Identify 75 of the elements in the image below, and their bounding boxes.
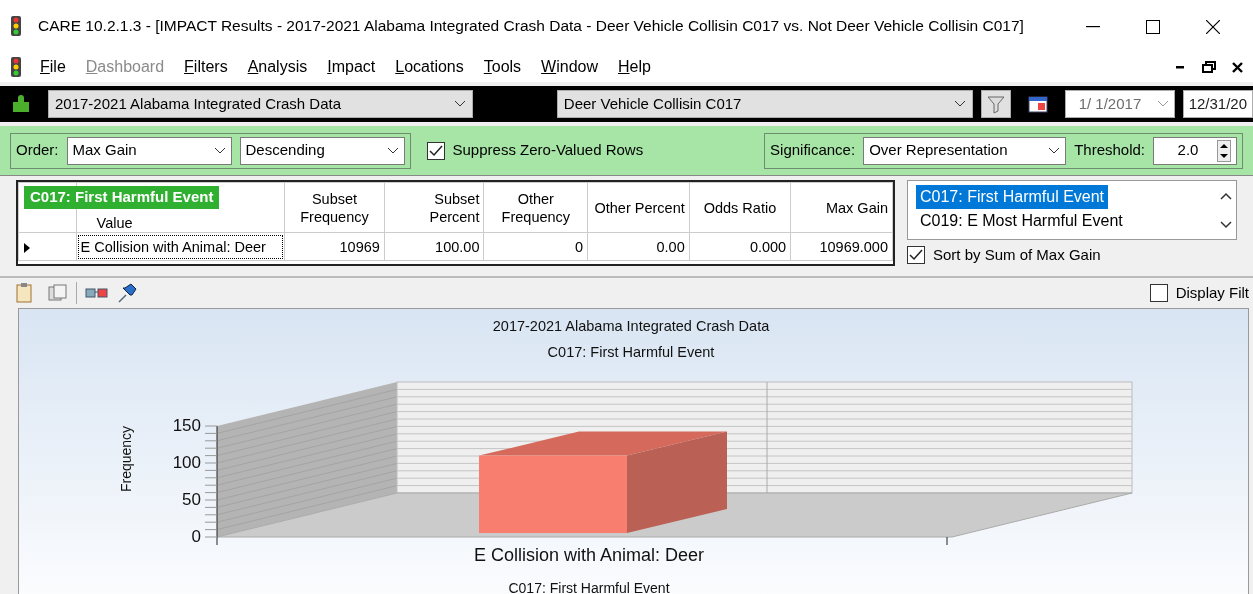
chevron-down-icon xyxy=(1048,146,1061,155)
significance-dropdown[interactable]: Over Representation xyxy=(863,136,1067,165)
threshold-spinner[interactable]: 2.0 xyxy=(1153,136,1237,165)
table-cell: E Collision with Animal: Deer xyxy=(76,232,285,261)
y-axis-title: Frequency xyxy=(118,425,134,493)
table-cell: 10969.000 xyxy=(790,232,893,261)
table-cell: 0.000 xyxy=(689,232,791,261)
x-axis-title: C017: First Harmful Event xyxy=(508,580,670,594)
column-header: Subset Percent xyxy=(384,182,484,233)
checkbox-icon[interactable] xyxy=(907,246,925,265)
glasses-icon[interactable] xyxy=(85,285,109,301)
column-header: Subset Frequency xyxy=(284,182,385,233)
chevron-down-icon xyxy=(386,146,399,155)
x-axis-label: E Collision with Animal: Deer xyxy=(473,545,705,565)
direction-dropdown[interactable]: Descending xyxy=(239,136,405,165)
group-label: C017: First Harmful Event xyxy=(24,186,220,209)
chevron-down-icon xyxy=(953,100,966,108)
funnel-button[interactable] xyxy=(980,90,1011,118)
menu-item[interactable]: Impact xyxy=(317,55,386,79)
order-dropdown[interactable]: Max Gain xyxy=(66,136,232,165)
scroll-down-icon[interactable] xyxy=(1220,220,1232,229)
variable-item[interactable]: C017: First Harmful Event xyxy=(916,185,1109,209)
start-date-field[interactable]: 1/ 1/2017 xyxy=(1064,90,1175,118)
variable-item[interactable]: C019: E Most Harmful Event xyxy=(916,209,1127,233)
minimize-icon xyxy=(1086,25,1100,28)
menu-item[interactable]: Window xyxy=(531,55,609,79)
database-dropdown[interactable]: 2017-2021 Alabama Integrated Crash Data xyxy=(48,90,473,118)
menu-item[interactable]: Analysis xyxy=(237,55,318,79)
chevron-down-icon xyxy=(1156,100,1169,108)
menu-item[interactable]: Locations xyxy=(385,55,474,79)
traffic-light-icon xyxy=(10,16,22,36)
y-axis-label: 0 xyxy=(190,527,201,547)
column-header: Max Gain xyxy=(790,182,893,233)
y-axis-label: 150 xyxy=(171,416,201,436)
threshold-label: Threshold: xyxy=(1074,140,1145,161)
copy-icon[interactable] xyxy=(48,284,68,302)
filter-dropdown[interactable]: Deer Vehicle Collisin C017 xyxy=(556,90,973,118)
scroll-up-icon[interactable] xyxy=(1220,191,1232,200)
significance-label: Significance: xyxy=(770,140,856,161)
funnel-icon xyxy=(985,94,1006,114)
order-label: Order: xyxy=(16,140,59,161)
calendar-icon[interactable] xyxy=(1026,94,1049,114)
menu-item[interactable]: Tools xyxy=(473,55,532,79)
chart-title: 2017-2021 Alabama Integrated Crash Data xyxy=(492,318,770,334)
end-date-field[interactable]: 12/31/20 xyxy=(1182,90,1253,118)
pin-icon[interactable] xyxy=(117,282,137,304)
clipboard-icon[interactable] xyxy=(16,283,32,303)
window-title: CARE 10.2.1.3 - [IMPACT Results - 2017-2021 Alabama Integrated Crash Data - Deer Vehicle Collisin C017 vs. Not Deer Vehicle Collisin C017] xyxy=(38,16,1025,37)
maximize-icon xyxy=(1146,19,1160,34)
y-axis-label: 100 xyxy=(171,453,201,473)
menu-item[interactable]: Help xyxy=(608,55,661,79)
chevron-down-icon xyxy=(453,100,466,108)
checkbox-icon[interactable] xyxy=(1149,284,1168,302)
traffic-light-icon xyxy=(10,57,22,77)
sort-checkbox[interactable]: Sort by Sum of Max Gain xyxy=(907,244,1237,267)
table-cell: 0.00 xyxy=(587,232,690,261)
column-header: Odds Ratio xyxy=(689,182,791,233)
menu-item[interactable]: File xyxy=(30,55,76,79)
chevron-down-icon xyxy=(213,146,226,155)
minimize-icon[interactable] xyxy=(1176,65,1186,69)
menu-item[interactable]: Filters xyxy=(174,55,238,79)
suppress-checkbox[interactable]: Suppress Zero-Valued Rows xyxy=(426,139,765,162)
spinner-arrows-icon xyxy=(1217,139,1231,162)
table-cell: 10969 xyxy=(284,232,385,261)
table-cell: 0 xyxy=(483,232,588,261)
column-header: Other Frequency xyxy=(483,182,588,233)
close-icon xyxy=(1206,19,1220,34)
column-header: Other Percent xyxy=(587,182,690,233)
close-icon[interactable] xyxy=(1232,61,1243,73)
restore-icon[interactable] xyxy=(1202,61,1216,73)
table-cell: 100.00 xyxy=(384,232,484,261)
display-filters-checkbox[interactable]: Display Filt xyxy=(1149,281,1249,305)
y-axis-label: 50 xyxy=(181,490,201,510)
chart-subtitle: C017: First Harmful Event xyxy=(547,344,715,360)
checkbox-icon[interactable] xyxy=(426,141,445,160)
